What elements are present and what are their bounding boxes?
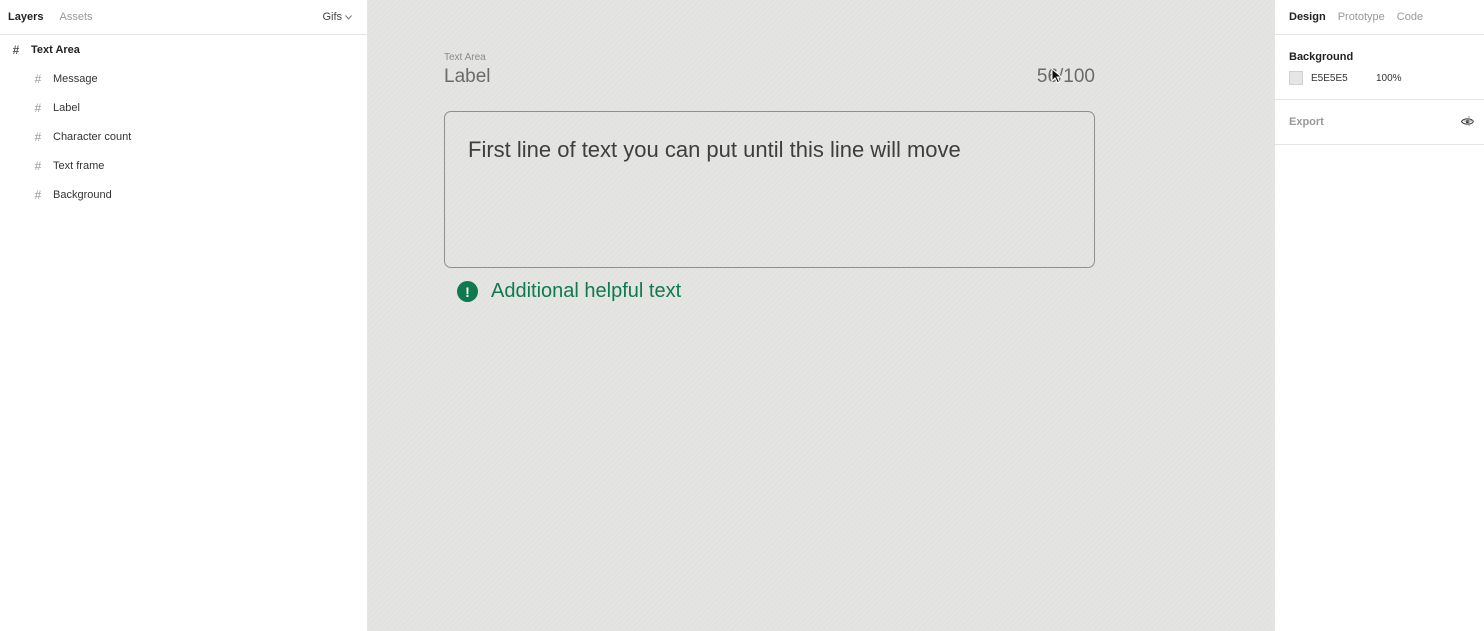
plus-icon[interactable] [1464,113,1474,131]
frame-icon: # [34,100,42,115]
hex-input[interactable]: E5E5E5 [1311,73,1376,84]
layer-list: # Text Area # Message # Label # Characte… [0,35,367,209]
layer-item-background[interactable]: # Background [0,180,367,209]
tab-prototype[interactable]: Prototype [1338,11,1385,23]
mouse-cursor-icon [1051,67,1063,89]
export-title: Export [1289,116,1324,128]
export-section: Export [1275,100,1484,145]
color-swatch[interactable] [1289,71,1303,85]
chevron-down-icon [345,13,352,22]
background-title: Background [1289,51,1354,63]
layer-item-label[interactable]: # Label [0,93,367,122]
tab-code[interactable]: Code [1397,11,1423,23]
alert-icon: ! [457,281,478,302]
background-section: Background E5E5E5 100% [1275,35,1484,125]
background-fill-row: E5E5E5 100% [1289,63,1470,99]
helper-text-row[interactable]: ! Additional helpful text [457,280,681,303]
layer-item-text-frame[interactable]: # Text frame [0,151,367,180]
page-select-label: Gifs [322,11,342,23]
character-count[interactable]: 56/100 [1037,66,1095,88]
canvas[interactable]: Text Area Label 56/100 First line of tex… [368,0,1274,631]
text-area-box[interactable]: First line of text you can put until thi… [444,111,1095,268]
layers-panel: Layers Assets Gifs # Text Area # Message… [0,0,368,631]
frame-name-label[interactable]: Text Area [444,52,486,63]
tab-assets[interactable]: Assets [59,11,92,23]
frame-icon: # [12,42,20,57]
export-row: Export [1289,100,1474,144]
layer-item-message[interactable]: # Message [0,64,367,93]
left-panel-tabs: Layers Assets Gifs [0,0,367,35]
opacity-input[interactable]: 100% [1376,73,1402,84]
text-area-label[interactable]: Label [444,66,491,88]
frame-icon: # [34,129,42,144]
layer-label: Label [53,101,80,114]
tab-layers[interactable]: Layers [8,11,43,23]
layer-label: Text Area [31,43,80,56]
right-panel-tabs: Design Prototype Code [1275,0,1484,35]
layer-label: Character count [53,130,132,143]
layer-item-text-area[interactable]: # Text Area [0,35,367,64]
frame-icon: # [34,158,42,173]
layer-label: Background [53,188,112,201]
frame-icon: # [34,187,42,202]
text-area-message[interactable]: First line of text you can put until thi… [468,137,961,163]
helper-text: Additional helpful text [491,280,682,302]
layer-label: Message [53,72,98,85]
frame-icon: # [34,71,42,86]
page-select[interactable]: Gifs [322,11,352,23]
layer-item-character-count[interactable]: # Character count [0,122,367,151]
tab-design[interactable]: Design [1289,11,1326,23]
properties-panel: Design Prototype Code Background E5E5E5 … [1274,0,1484,631]
layer-label: Text frame [53,159,105,172]
